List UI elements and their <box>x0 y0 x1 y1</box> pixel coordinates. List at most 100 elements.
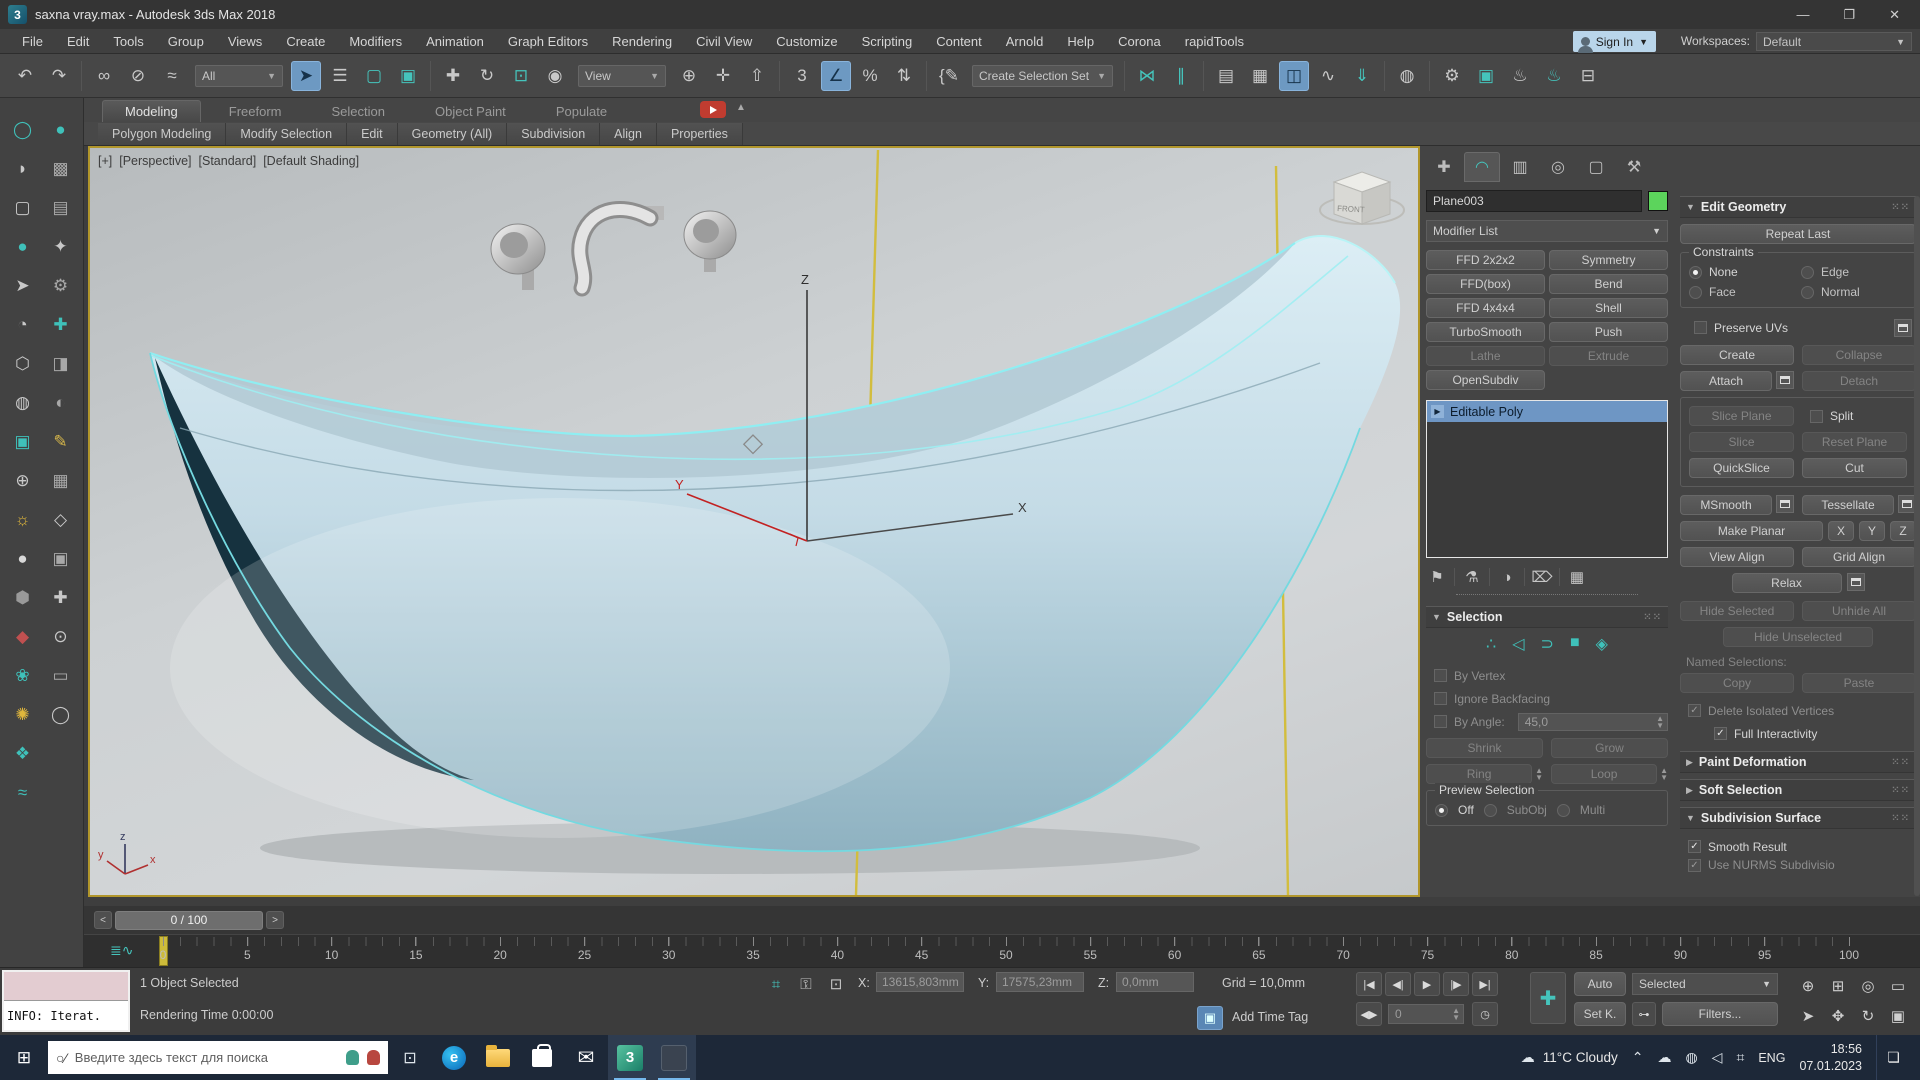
tessellate-button[interactable]: Tessellate <box>1802 495 1894 515</box>
loop-button[interactable]: Loop <box>1551 764 1658 784</box>
polygon-mode-icon[interactable]: ■ <box>1570 634 1580 654</box>
left-toolbar-icon[interactable]: ❀ <box>4 656 42 695</box>
make-unique-icon[interactable]: ◑ <box>1496 566 1518 588</box>
weather-widget[interactable]: ☁ 11°C Cloudy <box>1521 1049 1618 1066</box>
menu-rendering[interactable]: Rendering <box>600 34 684 49</box>
zoom-region-button[interactable]: ▭ <box>1884 972 1912 1000</box>
ring-button[interactable]: Ring <box>1426 764 1533 784</box>
delete-isolated-vertices-checkbox[interactable]: ✓ <box>1688 704 1701 717</box>
maxscript-mini-listener[interactable]: INFO: Iterat. <box>2 970 130 1032</box>
modify-tab[interactable]: ◠ <box>1464 152 1500 182</box>
modifier-stack[interactable]: ▶ Editable Poly <box>1426 400 1668 558</box>
timeline-tick[interactable]: 35 <box>733 937 773 962</box>
previous-frame-button[interactable]: ◀| <box>1385 972 1411 996</box>
menu-graph-editors[interactable]: Graph Editors <box>496 34 600 49</box>
timeline-tick[interactable]: 95 <box>1745 937 1785 962</box>
menu-modifiers[interactable]: Modifiers <box>337 34 414 49</box>
window-crossing-icon[interactable]: ▣ <box>393 61 423 91</box>
timeline-tick[interactable]: 5 <box>227 937 267 962</box>
msmooth-button[interactable]: MSmooth <box>1680 495 1772 515</box>
play-button[interactable]: ▶ <box>1414 972 1440 996</box>
select-by-name-icon[interactable]: ☰ <box>325 61 355 91</box>
preview-off-radio[interactable] <box>1435 803 1448 817</box>
ribbon-panel-geometry-all-[interactable]: Geometry (All) <box>397 122 508 145</box>
status-dot-icon[interactable]: ◍ <box>1685 1049 1697 1066</box>
repeat-last-button[interactable]: Repeat Last <box>1680 224 1916 244</box>
use-pivot-center-icon[interactable]: ⊕ <box>674 61 704 91</box>
left-toolbar-icon[interactable]: ✦ <box>42 227 80 266</box>
render-iterative-icon[interactable]: ♨ <box>1539 61 1569 91</box>
listener-macro-row[interactable] <box>4 972 128 1001</box>
modifier-button-push[interactable]: Push <box>1549 322 1668 342</box>
taskbar-clock[interactable]: 18:56 07.01.2023 <box>1799 1041 1862 1075</box>
viewport-canvas[interactable]: Z Y X z y x FRONT <box>90 148 1418 896</box>
perspective-viewport[interactable]: [+] [Perspective] [Standard] [Default Sh… <box>88 146 1420 897</box>
panel-scrollbar[interactable] <box>1914 196 1920 896</box>
left-toolbar-icon[interactable]: ❖ <box>4 734 42 773</box>
timeline-tick[interactable]: 65 <box>1239 937 1279 962</box>
edit-geometry-rollout-header[interactable]: ▼ Edit Geometry ⁙⁙ <box>1680 196 1916 218</box>
orbit-button[interactable]: ↻ <box>1854 1002 1882 1030</box>
menu-rapidtools[interactable]: rapidTools <box>1173 34 1256 49</box>
timeline-tick[interactable]: 0 <box>143 937 183 962</box>
schematic-view-icon[interactable]: ⇓ <box>1347 61 1377 91</box>
taskbar-3dsmax-icon[interactable]: 3 <box>608 1035 652 1080</box>
material-editor-icon[interactable]: ◍ <box>1392 61 1422 91</box>
left-toolbar-icon[interactable]: ✺ <box>4 695 42 734</box>
current-frame-field[interactable]: 0 ▲ ▼ <box>1388 1004 1464 1024</box>
auto-key-button[interactable]: Auto <box>1574 972 1626 996</box>
border-mode-icon[interactable]: ⊃ <box>1541 634 1554 654</box>
go-to-end-button[interactable]: ▶| <box>1472 972 1498 996</box>
ribbon-tab-object-paint[interactable]: Object Paint <box>413 101 528 122</box>
left-toolbar-icon[interactable]: ⬢ <box>4 578 42 617</box>
ribbon-tab-selection[interactable]: Selection <box>310 101 407 122</box>
expand-icon[interactable]: ▶ <box>1431 405 1444 418</box>
left-toolbar-icon[interactable]: ☼ <box>4 500 42 539</box>
modifier-button-shell[interactable]: Shell <box>1549 298 1668 318</box>
select-and-scale-icon[interactable]: ⊡ <box>506 61 536 91</box>
curve-editor-icon[interactable]: ∿ <box>1313 61 1343 91</box>
bathtub-model[interactable] <box>149 235 1401 853</box>
ribbon-collapse-icon[interactable]: ▲ <box>736 102 746 113</box>
spinner-icon[interactable]: ▲ ▼ <box>1535 767 1543 784</box>
spinner-snap-icon[interactable]: ⇅ <box>889 61 919 91</box>
preserve-uvs-settings-icon[interactable] <box>1894 318 1912 337</box>
timeline-tick[interactable]: 45 <box>902 937 942 962</box>
modifier-button-turbosmooth[interactable]: TurboSmooth <box>1426 322 1545 342</box>
constraint-none-radio[interactable] <box>1689 265 1702 279</box>
left-toolbar-icon[interactable]: ◯ <box>42 695 80 734</box>
reset-plane-button[interactable]: Reset Plane <box>1802 432 1907 452</box>
left-toolbar-icon[interactable]: ⬡ <box>4 344 42 383</box>
attach-settings-icon[interactable] <box>1776 371 1794 389</box>
tray-chevron-icon[interactable]: ⌃ <box>1632 1049 1644 1066</box>
select-and-rotate-icon[interactable]: ↻ <box>472 61 502 91</box>
use-nurms-checkbox[interactable]: ✓ <box>1688 858 1701 872</box>
menu-create[interactable]: Create <box>274 34 337 49</box>
remove-modifier-icon[interactable]: ⌦ <box>1531 566 1553 588</box>
object-name-field[interactable]: Plane003 <box>1426 190 1642 212</box>
timeline-tick[interactable]: 85 <box>1576 937 1616 962</box>
ribbon-panel-polygon-modeling[interactable]: Polygon Modeling <box>98 122 227 145</box>
show-end-result-icon[interactable]: ⚗ <box>1461 566 1483 588</box>
left-toolbar-icon[interactable]: ◐ <box>42 383 80 422</box>
go-to-start-button[interactable]: |◀ <box>1356 972 1382 996</box>
set-keys-button[interactable]: ✚ <box>1530 972 1566 1024</box>
menu-scripting[interactable]: Scripting <box>850 34 925 49</box>
timeline-tick[interactable]: 60 <box>1155 937 1195 962</box>
constraint-face-radio[interactable] <box>1689 285 1702 299</box>
grow-button[interactable]: Grow <box>1551 738 1668 758</box>
timeline-tick[interactable]: 20 <box>480 937 520 962</box>
spinner-icon[interactable]: ▲ ▼ <box>1656 714 1664 729</box>
modifier-button-extrude[interactable]: Extrude <box>1549 346 1668 366</box>
timeline-tick[interactable]: 75 <box>1408 937 1448 962</box>
select-and-move-icon[interactable]: ✚ <box>438 61 468 91</box>
hide-unselected-button[interactable]: Hide Unselected <box>1723 627 1873 647</box>
shrink-button[interactable]: Shrink <box>1426 738 1543 758</box>
workspace-dropdown[interactable]: Default ▼ <box>1756 32 1912 51</box>
track-bar[interactable]: ≣∿ 0 5 10 15 20 25 30 35 40 45 50 55 60 65 70 75 80 85 90 9… <box>84 934 1920 967</box>
taskbar-app-icon[interactable] <box>652 1035 696 1080</box>
cut-button[interactable]: Cut <box>1802 458 1907 478</box>
preserve-uvs-checkbox[interactable] <box>1694 321 1707 334</box>
msmooth-settings-icon[interactable] <box>1776 495 1794 513</box>
taskbar-explorer-icon[interactable] <box>476 1035 520 1080</box>
